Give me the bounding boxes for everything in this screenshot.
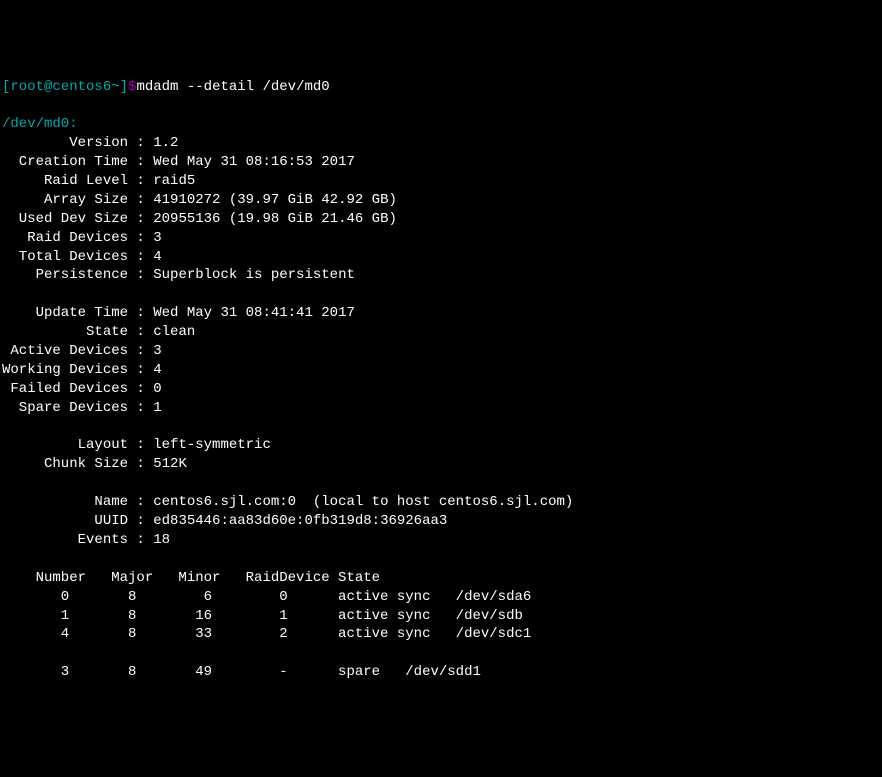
uuid-line: UUID : ed835446:aa83d60e:0fb319d8:36926a…	[2, 513, 447, 529]
state-label: State :	[2, 324, 153, 340]
working-devices-line: Working Devices : 4	[2, 362, 162, 378]
array-size-line: Array Size : 41910272 (39.97 GiB 42.92 G…	[2, 192, 397, 208]
raid-devices-label: Raid Devices :	[2, 230, 153, 246]
array-size-label: Array Size :	[2, 192, 153, 208]
version-label: Version :	[2, 135, 153, 151]
update-time-label: Update Time :	[2, 305, 153, 321]
terminal-output: [root@centos6~]$mdadm --detail /dev/md0 …	[2, 78, 880, 683]
working-devices-label: Working Devices :	[2, 362, 153, 378]
table-header: Number Major Minor RaidDevice State	[2, 570, 380, 586]
layout-line: Layout : left-symmetric	[2, 437, 271, 453]
prompt-user: root	[10, 79, 44, 95]
active-devices-label: Active Devices :	[2, 343, 153, 359]
events-label: Events :	[2, 532, 153, 548]
update-time-line: Update Time : Wed May 31 08:41:41 2017	[2, 305, 355, 321]
failed-devices-value: 0	[153, 381, 161, 397]
active-devices-line: Active Devices : 3	[2, 343, 162, 359]
table-row: 4 8 33 2 active sync /dev/sdc1	[2, 626, 531, 642]
total-devices-line: Total Devices : 4	[2, 249, 162, 265]
creation-time-label: Creation Time :	[2, 154, 153, 170]
prompt-bracket-close: ]	[120, 79, 128, 95]
used-dev-size-label: Used Dev Size :	[2, 211, 153, 227]
uuid-label: UUID :	[2, 513, 153, 529]
table-row: 0 8 6 0 active sync /dev/sda6	[2, 589, 531, 605]
update-time-value: Wed May 31 08:41:41 2017	[153, 305, 355, 321]
array-size-value: 41910272 (39.97 GiB 42.92 GB)	[153, 192, 397, 208]
persistence-line: Persistence : Superblock is persistent	[2, 267, 355, 283]
used-dev-size-line: Used Dev Size : 20955136 (19.98 GiB 21.4…	[2, 211, 397, 227]
total-devices-label: Total Devices :	[2, 249, 153, 265]
total-devices-value: 4	[153, 249, 161, 265]
layout-label: Layout :	[2, 437, 153, 453]
chunk-size-label: Chunk Size :	[2, 456, 153, 472]
raid-devices-line: Raid Devices : 3	[2, 230, 162, 246]
raid-devices-value: 3	[153, 230, 161, 246]
name-label: Name :	[2, 494, 153, 510]
table-row: 1 8 16 1 active sync /dev/sdb	[2, 608, 523, 624]
failed-devices-label: Failed Devices :	[2, 381, 153, 397]
working-devices-value: 4	[153, 362, 161, 378]
state-value: clean	[153, 324, 203, 340]
events-line: Events : 18	[2, 532, 170, 548]
creation-time-line: Creation Time : Wed May 31 08:16:53 2017	[2, 154, 355, 170]
prompt-host: centos6	[52, 79, 111, 95]
events-value: 18	[153, 532, 170, 548]
version-line: Version : 1.2	[2, 135, 178, 151]
name-line: Name : centos6.sjl.com:0 (local to host …	[2, 494, 573, 510]
creation-time-value: Wed May 31 08:16:53 2017	[153, 154, 355, 170]
used-dev-size-value: 20955136 (19.98 GiB 21.46 GB)	[153, 211, 397, 227]
spare-devices-value: 1	[153, 400, 161, 416]
raid-level-label: Raid Level :	[2, 173, 153, 189]
raid-level-line: Raid Level : raid5	[2, 173, 195, 189]
failed-devices-line: Failed Devices : 0	[2, 381, 162, 397]
table-row: 3 8 49 - spare /dev/sdd1	[2, 664, 481, 680]
command-text: mdadm --detail /dev/md0	[136, 79, 329, 95]
chunk-size-value: 512K	[153, 456, 187, 472]
device-header: /dev/md0:	[2, 116, 78, 132]
uuid-value: ed835446:aa83d60e:0fb319d8:36926aa3	[153, 513, 447, 529]
name-value: centos6.sjl.com:0 (local to host centos6…	[153, 494, 573, 510]
layout-value: left-symmetric	[153, 437, 271, 453]
state-line: State : clean	[2, 324, 204, 340]
version-value: 1.2	[153, 135, 178, 151]
active-devices-value: 3	[153, 343, 161, 359]
spare-devices-label: Spare Devices :	[2, 400, 153, 416]
spare-devices-line: Spare Devices : 1	[2, 400, 162, 416]
prompt-line[interactable]: [root@centos6~]$mdadm --detail /dev/md0	[2, 78, 880, 97]
persistence-label: Persistence :	[2, 267, 153, 283]
persistence-value: Superblock is persistent	[153, 267, 355, 283]
chunk-size-line: Chunk Size : 512K	[2, 456, 187, 472]
prompt-path: ~	[111, 79, 119, 95]
raid-level-value: raid5	[153, 173, 195, 189]
